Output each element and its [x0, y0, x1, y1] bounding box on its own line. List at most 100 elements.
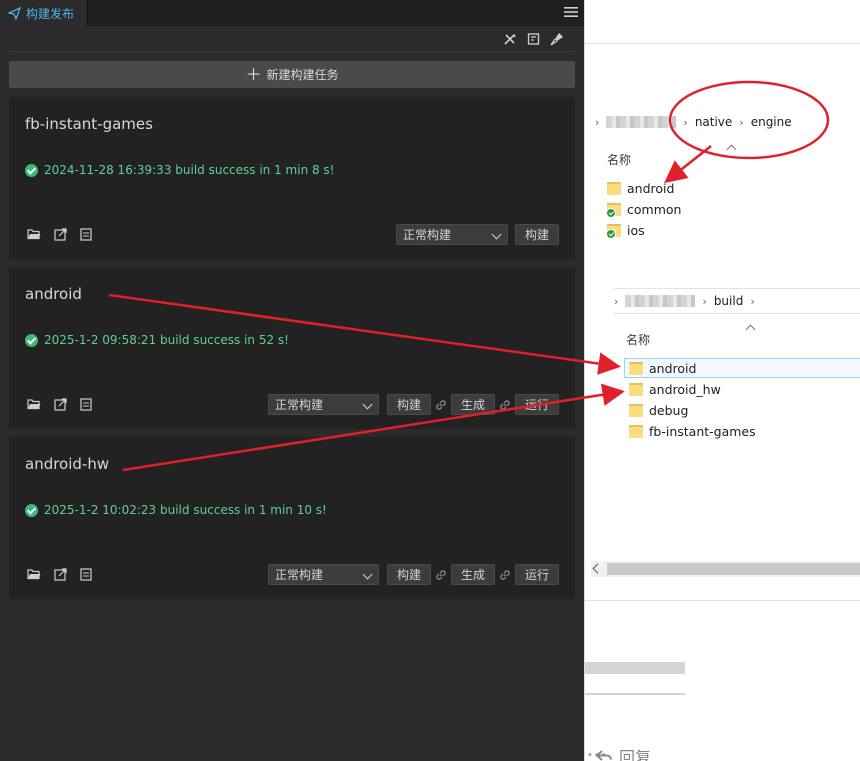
breadcrumb-item[interactable]: build: [714, 294, 744, 308]
breadcrumb-item[interactable]: native: [695, 115, 732, 129]
build-status-text: 2025-1-2 10:02:23 build success in 1 min…: [44, 503, 327, 517]
chevron-right-icon: ›: [750, 294, 755, 308]
synced-folder-icon: [606, 223, 621, 239]
divider: [585, 43, 860, 44]
build-status: 2025-1-2 09:58:21 build success in 52 s!: [25, 333, 289, 347]
reply-button[interactable]: 回复: [595, 744, 651, 761]
link-icon: [436, 400, 446, 410]
panel-toolbar: [9, 26, 575, 52]
task-name: fb-instant-games: [25, 115, 153, 133]
folder-icon: [629, 361, 643, 375]
scroll-left-arrow-icon[interactable]: [592, 563, 603, 574]
open-external-icon[interactable]: [54, 228, 67, 241]
tools-icon[interactable]: [503, 32, 517, 46]
log-file-icon[interactable]: [80, 398, 92, 411]
run-button[interactable]: 运行: [515, 564, 559, 585]
run-button[interactable]: 运行: [515, 394, 559, 415]
breadcrumb-bottom: › › build ›: [614, 288, 860, 314]
folder-name: ios: [627, 222, 645, 238]
folder-row-ios[interactable]: ios: [606, 220, 645, 240]
folder-row-common[interactable]: common: [606, 199, 682, 219]
column-header-name[interactable]: 名称: [626, 331, 650, 348]
reply-arrow-icon: [595, 750, 612, 761]
new-task-label: 新建构建任务: [266, 68, 339, 82]
folder-row-debug[interactable]: debug: [629, 400, 688, 420]
build-status: 2024-11-28 16:39:33 build success in 1 m…: [25, 163, 335, 177]
folder-name: android: [627, 180, 675, 196]
build-task-card-fb-instant-games: fb-instant-games 2024-11-28 16:39:33 bui…: [9, 97, 575, 259]
chevron-right-icon: ›: [614, 294, 619, 308]
folder-open-icon[interactable]: [27, 228, 41, 240]
build-button[interactable]: 构建: [515, 224, 559, 245]
open-external-icon[interactable]: [54, 398, 67, 411]
folder-icon: [629, 424, 643, 438]
build-mode-select[interactable]: 正常构建: [268, 394, 379, 415]
task-icon-group: [27, 398, 92, 411]
sort-up-icon: [726, 144, 737, 155]
new-build-task-button[interactable]: ＋ 新建构建任务: [9, 61, 575, 88]
log-file-icon[interactable]: [80, 228, 92, 241]
placeholder-bar: [585, 662, 685, 674]
panel-tab-bar: 构建发布: [0, 0, 584, 26]
build-mode-value: 正常构建: [275, 568, 324, 582]
plus-icon: ＋: [245, 64, 262, 84]
send-icon: [8, 6, 21, 20]
folder-open-icon[interactable]: [27, 398, 41, 410]
build-publish-panel: 构建发布 ＋ 新建构建任务 fb-instant-games 2024-11-2…: [0, 0, 584, 761]
folder-icon: [607, 181, 621, 195]
clean-brush-icon[interactable]: [550, 32, 564, 46]
blurred-path: [606, 116, 677, 128]
task-name: android-hw: [25, 455, 110, 473]
build-button[interactable]: 构建: [387, 394, 431, 415]
link-icon: [500, 570, 510, 580]
chevron-down-icon: [362, 399, 373, 410]
task-icon-group: [27, 568, 92, 581]
hamburger-menu-icon[interactable]: [564, 6, 578, 18]
tab-build-publish[interactable]: 构建发布: [0, 0, 88, 26]
chevron-right-icon: ›: [683, 115, 688, 129]
build-mode-select[interactable]: 正常构建: [268, 564, 379, 585]
edit-config-icon[interactable]: [527, 32, 541, 46]
synced-folder-icon: [606, 202, 621, 218]
folder-name: fb-instant-games: [649, 423, 756, 439]
folder-row-android-hw[interactable]: android_hw: [629, 379, 721, 399]
folder-row-android[interactable]: android: [624, 358, 860, 378]
chevron-down-icon: [491, 229, 502, 240]
file-explorer: › › native › engine 名称 android common io…: [584, 0, 860, 761]
placeholder-line: [585, 693, 685, 695]
build-status-text: 2025-1-2 09:58:21 build success in 52 s!: [44, 333, 289, 347]
horizontal-scrollbar[interactable]: [591, 561, 860, 577]
screenshot-root: 构建发布 ＋ 新建构建任务 fb-instant-games 2024-11-2…: [0, 0, 860, 761]
breadcrumb-item[interactable]: engine: [751, 115, 792, 129]
success-check-icon: [25, 503, 38, 517]
tab-title: 构建发布: [26, 6, 75, 21]
task-name: android: [25, 285, 82, 303]
folder-open-icon[interactable]: [27, 568, 41, 580]
folder-icon: [629, 403, 643, 417]
blurred-path: [625, 295, 696, 307]
open-external-icon[interactable]: [54, 568, 67, 581]
sort-up-icon: [745, 324, 756, 335]
chevron-down-icon: [362, 569, 373, 580]
build-status: 2025-1-2 10:02:23 build success in 1 min…: [25, 503, 327, 517]
link-icon: [500, 400, 510, 410]
column-header-name[interactable]: 名称: [607, 151, 631, 168]
generate-button[interactable]: 生成: [451, 394, 495, 415]
chevron-right-icon: ›: [702, 294, 707, 308]
breadcrumb-top: › › native › engine: [595, 109, 792, 135]
log-file-icon[interactable]: [80, 568, 92, 581]
folder-name: common: [627, 201, 682, 217]
task-icon-group: [27, 228, 92, 241]
divider: [585, 600, 860, 601]
generate-button[interactable]: 生成: [451, 564, 495, 585]
scrollbar-thumb[interactable]: [607, 563, 860, 575]
chevron-right-icon: ›: [739, 115, 744, 129]
reply-label: 回复: [619, 748, 652, 761]
folder-row-android[interactable]: android: [607, 178, 674, 198]
build-mode-select[interactable]: 正常构建: [396, 224, 508, 245]
build-task-card-android-hw: android-hw 2025-1-2 10:02:23 build succe…: [9, 437, 575, 599]
folder-name: android: [649, 360, 697, 376]
folder-row-fb-instant-games[interactable]: fb-instant-games: [629, 421, 756, 441]
build-button[interactable]: 构建: [387, 564, 431, 585]
folder-name: debug: [649, 402, 689, 418]
